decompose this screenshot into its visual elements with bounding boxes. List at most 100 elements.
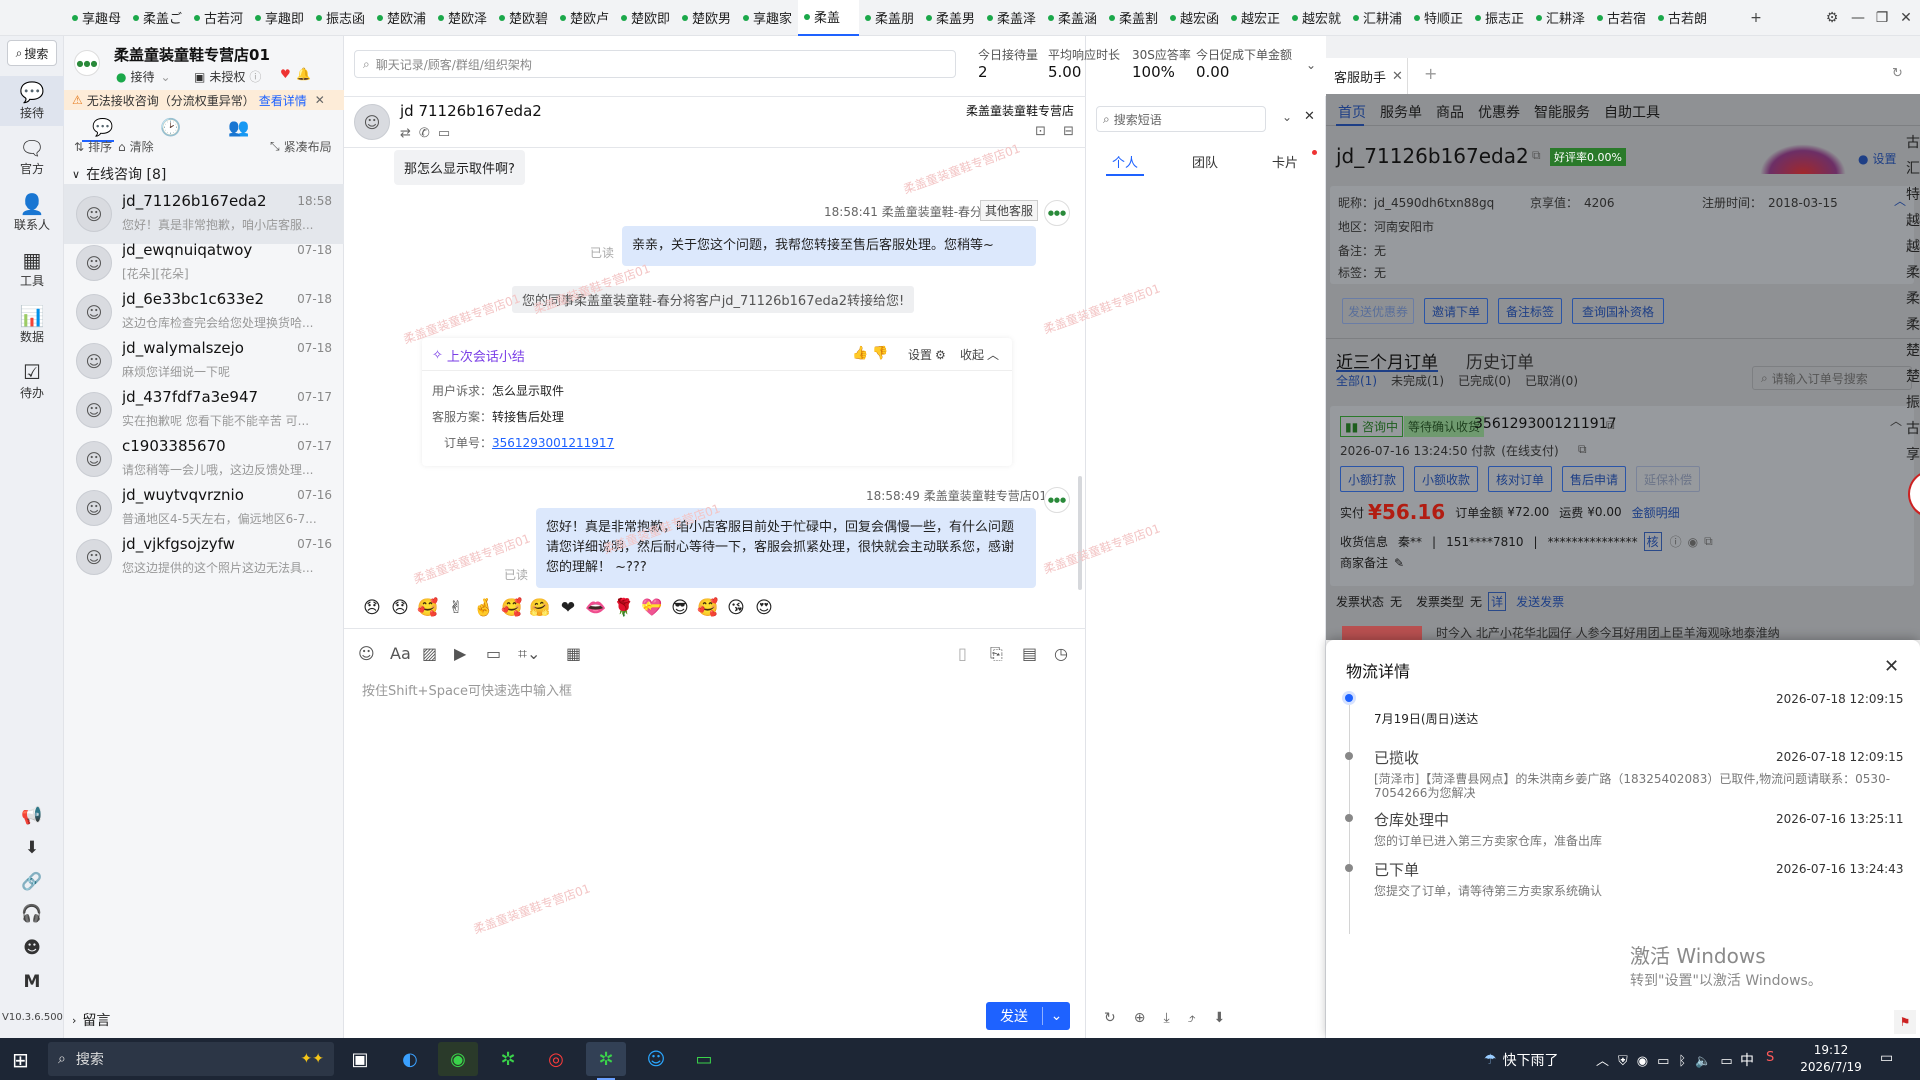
quick-emoji-icon[interactable]: 🌹 <box>610 598 638 618</box>
verify-order-button[interactable]: 核对订单 <box>1488 466 1552 492</box>
chevron-up-icon[interactable]: ︿ <box>1596 1054 1618 1069</box>
group-tab-icon[interactable]: 👥 <box>228 118 249 138</box>
clock-tab-icon[interactable]: 🕑 <box>160 118 181 138</box>
help-icon[interactable]: ⓘ <box>1670 533 1682 550</box>
top-tab[interactable]: 越宏就 <box>1286 0 1347 36</box>
quick-emoji-icon[interactable]: 😘 <box>722 598 750 618</box>
edge-tab-char[interactable]: 汇 <box>1906 156 1920 182</box>
send-coupon-button[interactable]: 发送优惠券 <box>1342 298 1414 324</box>
speaker-icon[interactable]: 🔈 <box>1695 1054 1720 1069</box>
tab-personal[interactable]: 个人 <box>1112 152 1138 171</box>
small-pay-button[interactable]: 小额打款 <box>1340 466 1404 492</box>
top-tab[interactable]: 楚欧卢 <box>554 0 615 36</box>
quick-emoji-icon[interactable]: 😞 <box>358 598 386 618</box>
remark-tag-button[interactable]: 备注标签 <box>1498 298 1562 324</box>
taskbar-clock[interactable]: 19:12 2026/7/19 <box>1796 1042 1866 1076</box>
top-tab[interactable]: 柔盖泽 <box>981 0 1042 36</box>
quick-emoji-icon[interactable]: 🤗 <box>526 598 554 618</box>
ime-indicator[interactable]: 中 <box>1740 1050 1754 1070</box>
quick-emoji-icon[interactable]: 😞 <box>386 598 414 618</box>
close-icon[interactable]: ✕ <box>1304 109 1315 124</box>
comment-icon[interactable]: ▤ <box>1022 644 1037 663</box>
edge-browser-icon[interactable]: ◐ <box>390 1042 430 1076</box>
chat-scrollbar[interactable] <box>1078 476 1082 590</box>
assistant-setting[interactable]: ● 设置 <box>1858 150 1897 167</box>
top-tab[interactable]: 柔盖 <box>798 0 859 36</box>
top-tab[interactable]: 柔盖ご <box>127 0 188 36</box>
copy-icon[interactable]: ⧉ <box>1606 418 1615 433</box>
app-green-chat-icon[interactable]: ▭ <box>684 1042 724 1076</box>
note-icon[interactable]: ▭ <box>438 126 458 141</box>
assistant-tab[interactable]: 客服助手 ✕ <box>1326 58 1408 94</box>
megaphone-icon[interactable]: 📢 <box>0 806 64 826</box>
assistant-nav-item[interactable]: 商品 <box>1436 102 1464 122</box>
quick-emoji-icon[interactable]: 🥰 <box>694 598 722 618</box>
send-options-chevron-icon[interactable]: ⌄ <box>1043 1008 1070 1024</box>
verify-tag[interactable]: 核 <box>1643 532 1662 551</box>
clear-button[interactable]: ⌂ 清除 <box>118 138 154 155</box>
edge-tab-char[interactable]: 越 <box>1906 234 1920 260</box>
top-tab[interactable]: 楚欧泽 <box>432 0 493 36</box>
chat-tab-icon[interactable]: 💬 <box>92 118 113 138</box>
share-icon[interactable]: ⊟ <box>1063 124 1074 139</box>
quick-search-input[interactable]: ⌕ 搜索短语 <box>1096 106 1266 132</box>
warranty-button[interactable]: 延保补偿 <box>1636 466 1700 492</box>
top-tab[interactable]: 享趣母 <box>66 0 127 36</box>
app-green-star-active-icon[interactable]: ✲ <box>586 1042 626 1076</box>
download-icon[interactable]: ⬇ <box>0 838 64 858</box>
top-tab[interactable]: 楚欧碧 <box>493 0 554 36</box>
top-tab[interactable]: 汇耕泽 <box>1530 0 1591 36</box>
top-tab[interactable]: 振志函 <box>310 0 371 36</box>
top-tab[interactable]: 柔盖涵 <box>1042 0 1103 36</box>
app-chat-bot-icon[interactable]: ☺ <box>636 1042 676 1076</box>
quick-emoji-icon[interactable]: 🤞 <box>470 598 498 618</box>
clipboard-icon[interactable]: ⎘ <box>990 644 1003 664</box>
download-icon[interactable]: ⬇ <box>1214 1010 1244 1026</box>
quick-emoji-icon[interactable]: 😎 <box>666 598 694 618</box>
edge-tab-char[interactable]: 柔 <box>1906 312 1920 338</box>
copy-icon[interactable]: ⧉ <box>1704 534 1713 549</box>
invoice-detail-tag[interactable]: 详 <box>1488 592 1507 611</box>
close-window-button[interactable]: ✕ <box>1892 0 1920 36</box>
history-clock-icon[interactable]: ◷ <box>1054 644 1068 663</box>
import-icon[interactable]: ⤓ <box>1163 1010 1187 1026</box>
session-item[interactable]: ☺ jd_vjkfgsojzyfw 07-16 您这边提供的这个照片这边无法具... <box>64 527 344 587</box>
bookmark-icon[interactable]: ⊡ <box>1035 124 1046 139</box>
close-icon[interactable]: ✕ <box>1392 69 1403 84</box>
edge-tab-char[interactable]: 振 <box>1906 390 1920 416</box>
copy-icon[interactable]: ⧉ <box>1578 442 1587 457</box>
tab-history-orders[interactable]: 历史订单 <box>1466 348 1534 373</box>
rail-item-todo[interactable]: ☑ 待办 <box>0 356 64 406</box>
add-tab-icon[interactable]: + <box>1424 64 1437 83</box>
sort-button[interactable]: ⇅ 排序 <box>74 138 112 155</box>
top-tab[interactable]: 古若朗 <box>1652 0 1713 36</box>
assistant-nav-item[interactable]: 服务单 <box>1380 102 1422 122</box>
edge-tab-char[interactable]: 越 <box>1906 208 1920 234</box>
wechat-tray-icon[interactable]: ◉ <box>1637 1054 1657 1069</box>
order-filter[interactable]: 已取消(0) <box>1525 372 1578 389</box>
windows-start-icon[interactable]: ⊞ <box>12 1048 29 1072</box>
rail-item-data[interactable]: 📊 数据 <box>0 300 64 350</box>
app-red-circle-icon[interactable]: ◎ <box>536 1042 576 1076</box>
quick-emoji-icon[interactable]: 🥰 <box>414 598 442 618</box>
app-tray-icon[interactable]: ▭ <box>1657 1054 1678 1069</box>
edge-tab-char[interactable]: 柔 <box>1906 260 1920 286</box>
assistant-nav-item[interactable]: 优惠券 <box>1478 102 1520 122</box>
quick-emoji-icon[interactable]: ✌ <box>442 598 470 618</box>
rail-search-button[interactable]: ⌕ 搜索 <box>7 40 57 66</box>
edge-tab-char[interactable]: 享 <box>1906 442 1920 468</box>
tab-card[interactable]: 卡片 <box>1272 152 1298 171</box>
order-link[interactable]: 3561293001211917 <box>492 436 614 450</box>
robot-icon[interactable]: ☻ <box>0 938 64 958</box>
order-filter[interactable]: 全部(1) <box>1336 372 1377 389</box>
sogou-icon[interactable]: S <box>1766 1050 1774 1065</box>
global-search-input[interactable]: ⌕ 聊天记录/顾客/群组/组织架构 <box>354 50 956 78</box>
copy-icon[interactable]: ⧉ <box>1532 148 1541 163</box>
thumb-down-icon[interactable]: 👎 <box>872 346 888 361</box>
weather-widget[interactable]: ☂ 快下雨了 <box>1484 1050 1559 1070</box>
task-view-icon[interactable]: ▣ <box>340 1042 380 1076</box>
top-tab[interactable]: 柔盖男 <box>920 0 981 36</box>
top-tab[interactable]: 汇耕浦 <box>1347 0 1408 36</box>
bluetooth-icon[interactable]: ᛒ <box>1678 1054 1695 1069</box>
top-tab[interactable]: 特顺正 <box>1408 0 1469 36</box>
